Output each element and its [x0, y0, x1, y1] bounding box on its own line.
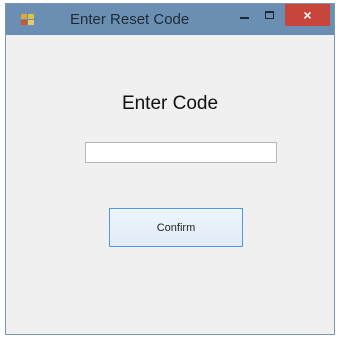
title-bar[interactable]: Enter Reset Code × — [6, 4, 334, 35]
app-icon — [21, 13, 35, 25]
close-icon[interactable]: × — [285, 4, 330, 26]
dialog-body: Enter Code Confirm — [11, 35, 329, 329]
confirm-button[interactable]: Confirm — [109, 208, 243, 247]
maximize-icon[interactable] — [258, 4, 284, 26]
page-title: Enter Code — [121, 93, 219, 114]
minimize-icon[interactable] — [232, 4, 258, 26]
dialog-window: Enter Reset Code × Enter Code Confirm — [5, 3, 335, 335]
window-title: Enter Reset Code — [70, 11, 190, 28]
code-input[interactable] — [85, 142, 277, 163]
